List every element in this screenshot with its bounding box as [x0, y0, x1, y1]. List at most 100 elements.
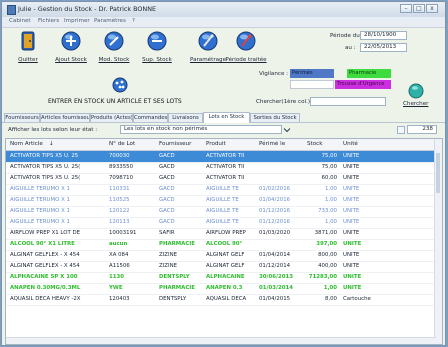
cell-stock: 3871,00 [314, 230, 337, 236]
tab-sorties-du-stock[interactable]: Sorties du Stock [250, 113, 300, 122]
cell-produit: AIGUILLE TE [206, 197, 239, 203]
tab-livraisons[interactable]: Livraisons [168, 113, 203, 122]
vigilance-label: Vigilance : [259, 71, 289, 77]
settings-icon [198, 31, 218, 51]
col-fournisseur[interactable]: Fournisseur [159, 141, 191, 147]
cell-fournisseur: GACD [159, 186, 175, 192]
sup-stock-button[interactable]: Sup. Stock [139, 30, 175, 66]
entrer-stock-button[interactable] [112, 77, 128, 93]
cell-perime-le: 01/12/2016 [259, 219, 291, 225]
app-icon [7, 5, 16, 15]
cell-perime-le: 01/04/2015 [259, 296, 291, 302]
ajout-stock-button[interactable]: Ajout Stock [53, 30, 89, 66]
filter-state-select[interactable]: Les lots en stock non périmés [120, 125, 282, 134]
filter-dropdown-icon[interactable] [283, 126, 291, 134]
tab-commandes[interactable]: Commandes [133, 113, 168, 122]
period-du-field[interactable]: 28/10/1900 [360, 31, 407, 40]
sort-down-icon: ↓ [49, 141, 54, 147]
vertical-scrollbar[interactable] [434, 139, 442, 344]
tab-produits[interactable]: Produits (Actes) [90, 113, 133, 122]
cell-fournisseur: SAFIR [159, 230, 175, 236]
cell-stock: 71283,00 [308, 274, 337, 280]
chercher-button[interactable] [408, 83, 424, 99]
table-row[interactable]: AQUASIL DECA HEAVY -2X 120403 DENTSPLY AQUA… [6, 294, 442, 306]
cell-unite: UNITE [343, 219, 360, 225]
periode-traitee-label: Période traitée [225, 57, 267, 63]
cell-unite: UNITE [343, 186, 360, 192]
cell-unite: UNITE [343, 263, 360, 269]
horizontal-scrollbar[interactable] [6, 337, 436, 344]
cell-nom-article: ANAPEN 0.30MG/0.3ML [10, 285, 81, 291]
menu-fichiers[interactable]: Fichiers [38, 18, 59, 24]
col-unite[interactable]: Unité [343, 141, 358, 147]
close-button[interactable]: x [426, 4, 438, 13]
cell-fournisseur: PHARMACIE [159, 285, 195, 291]
periode-traitee-button[interactable]: Période traitée [225, 30, 267, 66]
quitter-button[interactable]: Quitter [10, 30, 46, 66]
search-input[interactable] [310, 97, 386, 106]
chercher-label: Chercher [403, 101, 429, 107]
cell-nom-article: AIGUILLE TERUMO X 1 [10, 219, 70, 225]
tab-articles-fournisseur[interactable]: Articles fournisseur [40, 113, 90, 122]
maximize-button[interactable]: □ [413, 4, 425, 13]
cell-stock: 75,00 [321, 153, 337, 159]
cell-stock: 60,00 [321, 175, 337, 181]
cell-unite: UNITE [343, 241, 362, 247]
cell-nom-article: ACTIVATOR TIPS X5 U. 25( [10, 175, 81, 181]
cell-produit: AIGUILLE TE [206, 208, 239, 214]
cell-unite: UNITE [343, 175, 360, 181]
period-icon [236, 31, 256, 51]
lots-grid: Nom Article ↓ N° de Lot Fournisseur Prod… [5, 138, 443, 345]
cell-nom-article: ALPHACAINE SP X 100 [10, 274, 78, 280]
cell-numero-lot: 700030 [109, 153, 130, 159]
cell-fournisseur: GACD [159, 153, 175, 159]
cell-produit: ANAPEN 0.3 [206, 285, 243, 291]
cell-fournisseur: DENTSPLY [159, 274, 190, 280]
filter-label: Afficher les lots selon leur état : [8, 127, 98, 133]
legend-perimes: Périmés [290, 69, 334, 78]
cell-fournisseur: GACD [159, 219, 175, 225]
door-icon [21, 31, 35, 51]
cell-numero-lot: 110525 [109, 197, 130, 203]
col-nom-article[interactable]: Nom Article [10, 141, 43, 147]
cell-numero-lot: A11506 [109, 263, 130, 269]
parametrage-button[interactable]: Paramétrage [190, 30, 226, 66]
period-au-field[interactable]: 22/05/2013 [360, 43, 407, 52]
minimize-button[interactable]: – [400, 4, 412, 13]
sup-stock-label: Sup. Stock [142, 57, 172, 63]
tab-fournisseurs[interactable]: Fournisseurs [4, 113, 40, 122]
menu-parametres[interactable]: Paramètres [94, 18, 126, 24]
delete-stock-icon [147, 31, 167, 51]
cell-produit: ALPHACAINE [206, 274, 245, 280]
cell-numero-lot: 120403 [109, 296, 130, 302]
lot-count-field: 238 [407, 125, 437, 134]
title-bar: Julie - Gestion du Stock - Dr. Patrick B… [2, 2, 445, 18]
cell-numero-lot: 120122 [109, 208, 130, 214]
cell-perime-le: 01/03/2020 [259, 230, 291, 236]
col-numero-lot[interactable]: N° de Lot [109, 141, 135, 147]
menu-cabinet[interactable]: Cabinet [9, 18, 31, 24]
cell-nom-article: AIGUILLE TERUMO X 1 [10, 186, 70, 192]
ajout-stock-label: Ajout Stock [55, 57, 87, 63]
filter-checkbox[interactable] [397, 126, 405, 134]
cell-nom-article: ACTIVATOR TIPS X5 U. 25 [10, 153, 79, 159]
cell-stock: 800,00 [318, 252, 337, 258]
period-au-label: au : [345, 45, 356, 51]
cell-stock: 8,00 [324, 296, 337, 302]
menu-imprimer[interactable]: Imprimer [64, 18, 90, 24]
cell-produit: ACTIVATOR TII [206, 153, 245, 159]
mod-stock-button[interactable]: Mod. Stock [96, 30, 132, 66]
cell-stock: 400,00 [318, 263, 337, 269]
cell-numero-lot: 1130 [109, 274, 125, 280]
legend-blank [290, 80, 334, 89]
menu-help[interactable]: ? [132, 18, 135, 24]
col-stock[interactable]: Stock [307, 141, 322, 147]
cell-fournisseur: GACD [159, 208, 175, 214]
cell-nom-article: AIRFLOW PREP X1 LOT DE [10, 230, 81, 236]
quitter-label: Quitter [18, 57, 38, 63]
cell-produit: ACTIVATOR TII [206, 164, 245, 170]
tab-lots-en-stock[interactable]: Lots en Stock [203, 112, 250, 123]
cell-produit: AIGUILLE TE [206, 186, 239, 192]
col-perime-le[interactable]: Périmé le [259, 141, 285, 147]
col-produit[interactable]: Produit [206, 141, 226, 147]
